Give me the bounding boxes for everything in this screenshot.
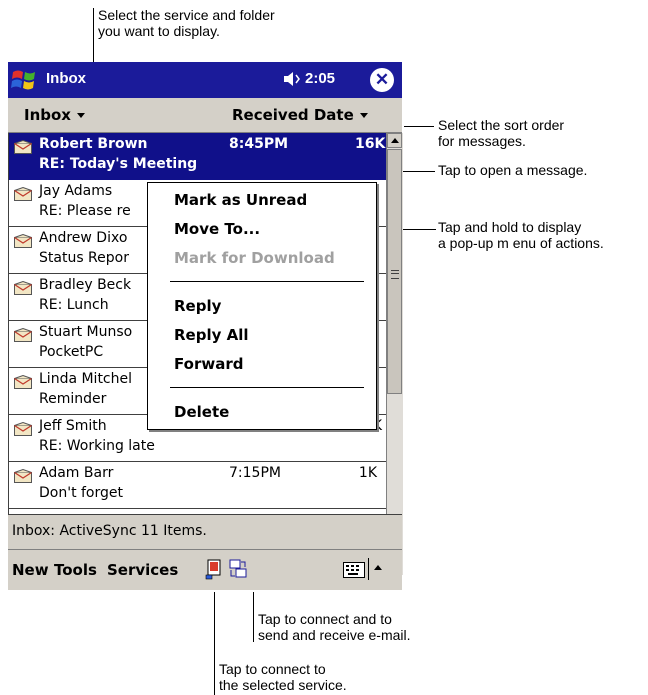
status-text: Inbox: ActiveSync 11 Items. xyxy=(12,523,207,539)
envelope-icon xyxy=(14,374,32,389)
pocketpc-screen: Inbox 2:05 ✕ Inbox Received Date Robert … xyxy=(8,62,403,596)
callout-connect-leader xyxy=(214,592,215,695)
menu-divider xyxy=(170,281,364,282)
grip-icon xyxy=(391,270,399,279)
menu-bar: New Tools Services xyxy=(8,549,402,590)
callout-hold-line2: a pop-up m enu of actions. xyxy=(438,235,604,251)
message-subject: RE: Please re xyxy=(39,203,131,219)
app-title: Inbox xyxy=(46,70,86,87)
message-subject: Status Repor xyxy=(39,250,129,266)
callout-sort-line1: Select the sort order xyxy=(438,117,565,133)
callout-folder-line1: Select the service and folder xyxy=(98,7,275,23)
sort-bar: Inbox Received Date xyxy=(8,98,402,133)
menu-new[interactable]: New xyxy=(12,561,49,579)
envelope-icon xyxy=(14,186,32,201)
menu-reply[interactable]: Reply xyxy=(174,297,221,315)
folder-dropdown[interactable]: Inbox xyxy=(24,106,85,124)
start-menu-icon[interactable] xyxy=(10,66,40,94)
connect-icon[interactable] xyxy=(205,558,223,580)
message-sender: Linda Mitchel xyxy=(39,371,133,387)
keyboard-icon[interactable] xyxy=(343,562,365,578)
menu-tools[interactable]: Tools xyxy=(54,561,97,579)
sort-order-dropdown[interactable]: Received Date xyxy=(232,106,368,124)
envelope-icon xyxy=(14,421,32,436)
menu-mark-unread[interactable]: Mark as Unread xyxy=(174,191,307,209)
envelope-icon xyxy=(14,280,32,295)
message-sender: Robert Brown xyxy=(39,136,148,152)
scroll-thumb[interactable] xyxy=(387,149,402,394)
callout-sendrecv-leader xyxy=(253,592,254,642)
chevron-down-icon xyxy=(76,113,85,118)
message-size: 16K xyxy=(355,136,386,152)
envelope-icon xyxy=(14,139,32,154)
callout-sendrecv-line1: Tap to connect and to xyxy=(258,611,392,627)
message-sender: Andrew Dixo xyxy=(39,230,128,246)
speaker-icon[interactable] xyxy=(283,70,303,93)
send-receive-icon[interactable] xyxy=(228,558,247,580)
menu-mark-download: Mark for Download xyxy=(174,249,335,267)
message-sender: Bradley Beck xyxy=(39,277,132,293)
callout-hold-line1: Tap and hold to display xyxy=(438,219,582,235)
close-button[interactable]: ✕ xyxy=(370,68,394,92)
menu-delete[interactable]: Delete xyxy=(174,403,229,421)
scrollbar[interactable] xyxy=(386,133,403,575)
menu-move-to[interactable]: Move To... xyxy=(174,220,260,238)
message-subject: Don't forget xyxy=(39,485,123,501)
message-subject: PocketPC xyxy=(39,344,104,360)
chevron-down-icon xyxy=(359,113,368,118)
message-sender: Jay Adams xyxy=(39,183,113,199)
callout-sort-line2: for messages. xyxy=(438,133,526,149)
callout-connect-line1: Tap to connect to xyxy=(219,661,326,677)
input-panel-arrow-icon[interactable] xyxy=(368,558,385,580)
envelope-icon xyxy=(14,233,32,248)
title-bar: Inbox 2:05 ✕ xyxy=(8,62,402,98)
message-row[interactable]: Adam Barr Don't forget 7:15PM 1K xyxy=(9,462,387,509)
callout-open: Tap to open a message. xyxy=(438,162,588,178)
folder-dropdown-label: Inbox xyxy=(24,106,71,124)
envelope-icon xyxy=(14,327,32,342)
message-time: 8:45PM xyxy=(229,136,289,152)
message-row[interactable]: Robert Brown RE: Today's Meeting 8:45PM 16K xyxy=(9,133,387,180)
message-subject: RE: Today's Meeting xyxy=(39,156,198,172)
message-size: 1K xyxy=(358,465,377,481)
message-sender: Jeff Smith xyxy=(39,418,107,434)
envelope-icon xyxy=(14,468,32,483)
message-sender: Adam Barr xyxy=(39,465,114,481)
menu-reply-all[interactable]: Reply All xyxy=(174,326,249,344)
callout-sendrecv-line2: send and receive e-mail. xyxy=(258,627,411,643)
scroll-up-button[interactable] xyxy=(387,133,402,148)
menu-services[interactable]: Services xyxy=(107,561,178,579)
message-subject: Reminder xyxy=(39,391,107,407)
message-time: 7:15PM xyxy=(229,465,281,481)
clock[interactable]: 2:05 xyxy=(305,70,335,87)
message-sender: Stuart Munso xyxy=(39,324,133,340)
menu-divider xyxy=(170,387,364,388)
sort-order-label: Received Date xyxy=(232,106,354,124)
callout-folder-line2: you want to display. xyxy=(98,23,220,39)
message-subject: RE: Lunch xyxy=(39,297,109,313)
callout-sort-leader xyxy=(404,126,434,127)
message-subject: RE: Working late xyxy=(39,438,155,454)
status-bar: Inbox: ActiveSync 11 Items. xyxy=(8,514,402,549)
context-menu: Mark as Unread Move To... Mark for Downl… xyxy=(147,182,377,430)
callout-connect-line2: the selected service. xyxy=(219,677,347,693)
menu-forward[interactable]: Forward xyxy=(174,355,243,373)
